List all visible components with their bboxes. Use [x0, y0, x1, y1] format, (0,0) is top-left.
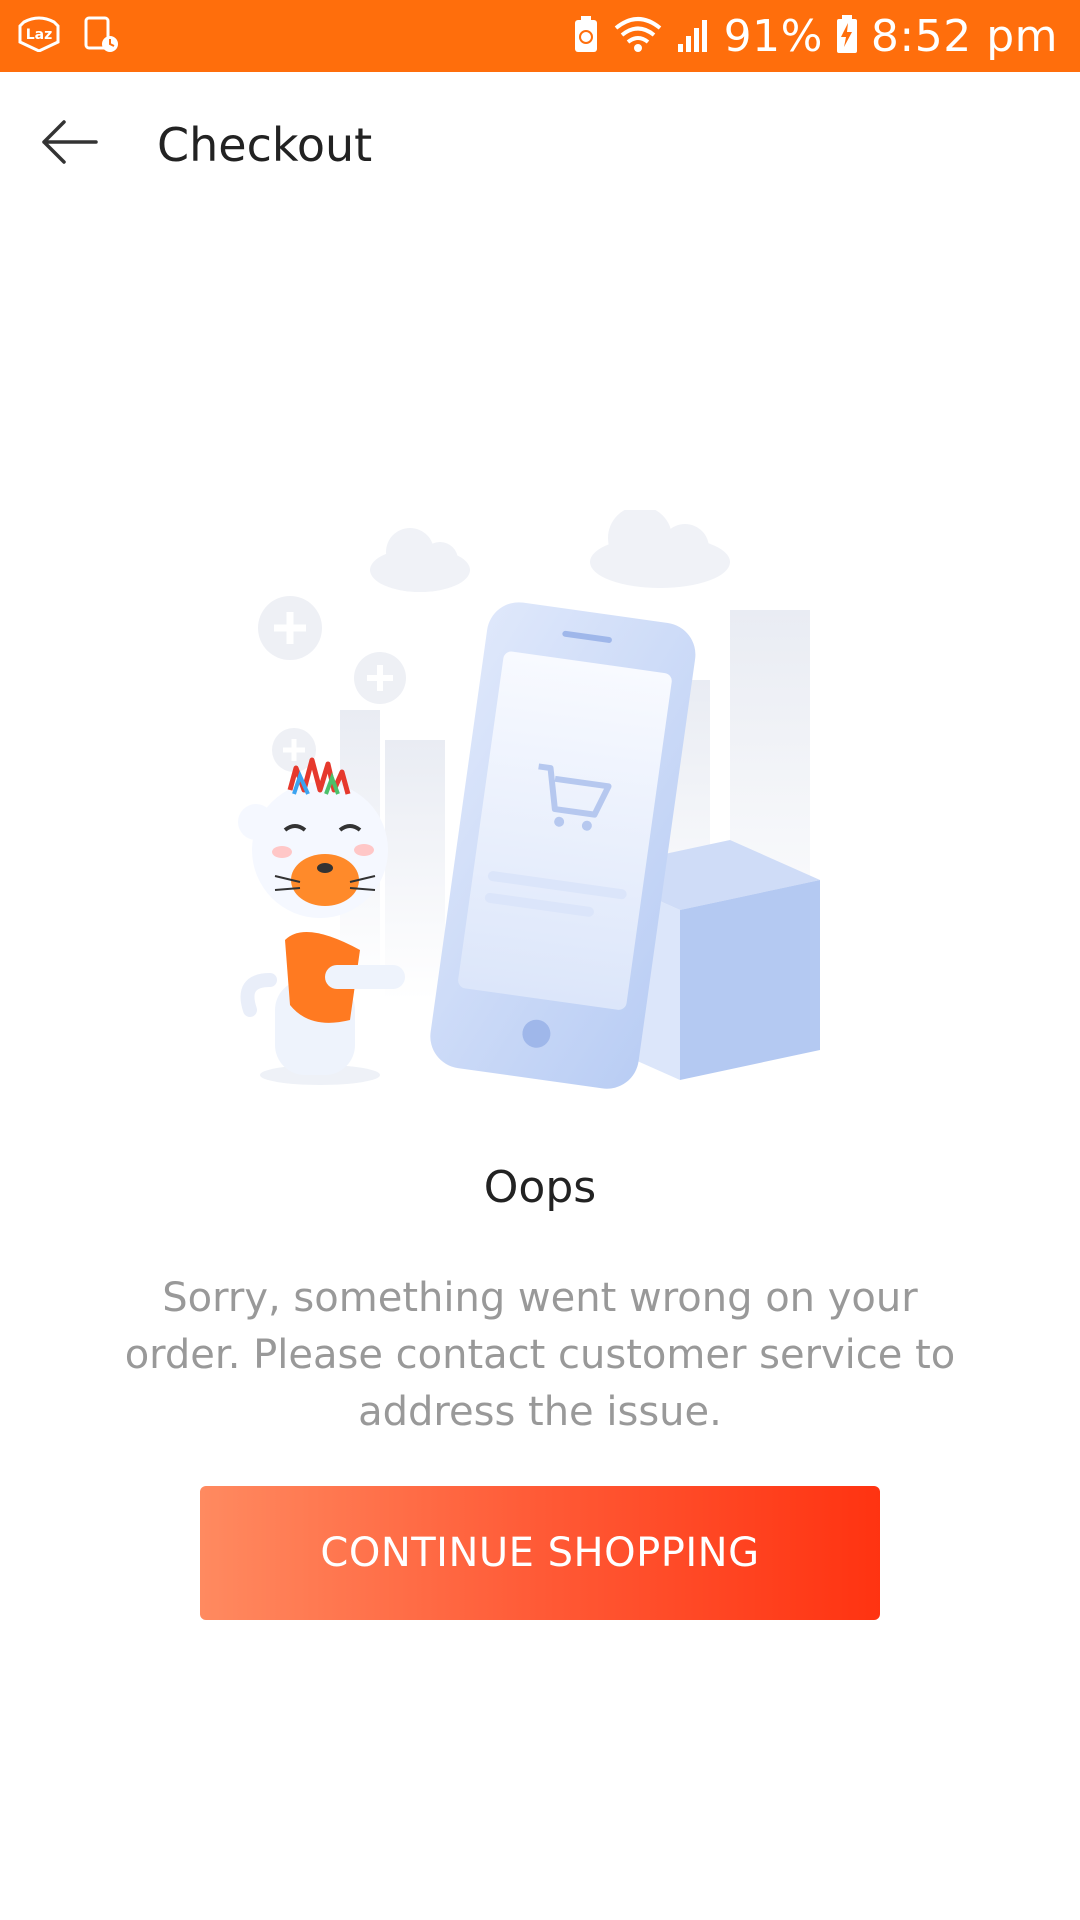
- status-right-icons: 91% 8:52 pm: [572, 0, 1058, 72]
- lazada-notification-icon: Laz: [18, 16, 60, 57]
- battery-saver-icon: [572, 14, 600, 59]
- signal-icon: [676, 14, 712, 59]
- svg-text:Laz: Laz: [26, 27, 53, 43]
- clock: 8:52 pm: [870, 10, 1058, 62]
- status-left-icons: Laz: [18, 14, 122, 59]
- empty-cart-mascot-illustration: [230, 506, 850, 1130]
- arrow-left-icon: [36, 120, 102, 176]
- page-title: Checkout: [157, 118, 373, 172]
- status-bar: Laz 91% 8:52 pm: [0, 0, 1080, 72]
- error-message: Sorry, something went wrong on your orde…: [124, 1275, 956, 1435]
- screen-recorder-icon: [82, 14, 122, 59]
- app-bar: Checkout: [0, 72, 1080, 212]
- back-button[interactable]: [36, 112, 102, 172]
- error-title: Oops: [483, 1162, 597, 1213]
- continue-shopping-button[interactable]: CONTINUE SHOPPING: [200, 1486, 880, 1620]
- battery-charging-icon: [835, 13, 859, 60]
- battery-percent: 91%: [723, 10, 823, 62]
- wifi-icon: [612, 14, 664, 59]
